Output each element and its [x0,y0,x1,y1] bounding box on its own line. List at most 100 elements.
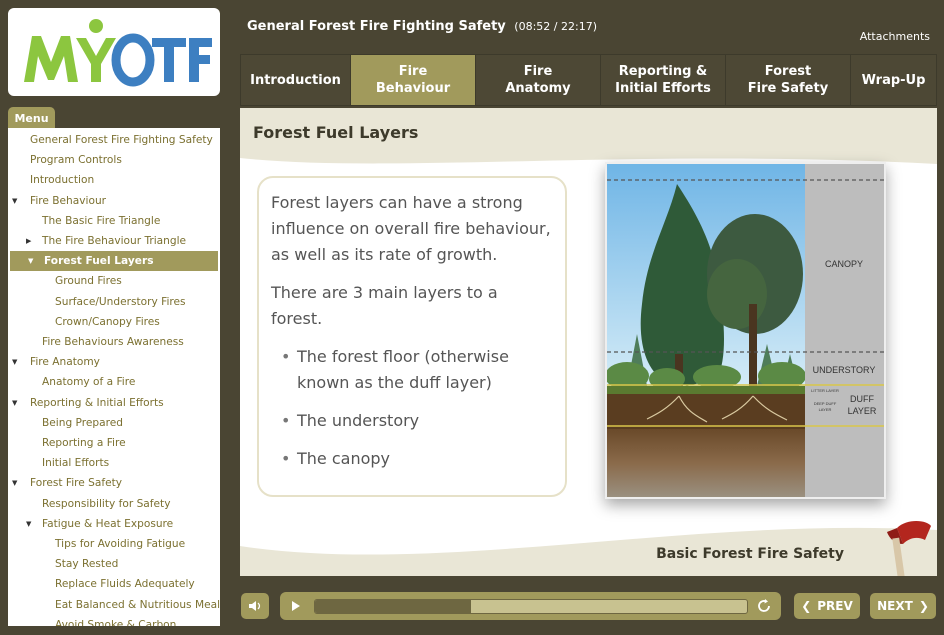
replay-icon [758,599,770,612]
litter-layer-label: LITTER LAYER [811,388,839,393]
menu-item-label: Introduction [30,174,95,187]
menu-item[interactable]: ▼ Reporting & Initial Efforts [8,393,218,413]
menu-item-label: Surface/Understory Fires [55,295,186,308]
logo [8,8,220,96]
menu-item-label: The Fire Behaviour Triangle [42,235,187,247]
slide-title: Forest Fuel Layers [253,123,419,142]
paragraph-1: Forest layers can have a strong influenc… [271,193,551,264]
expand-arrow-icon[interactable]: ▼ [28,257,33,265]
menu-item-label: Forest Fire Safety [30,477,123,490]
menu-item-label: Fire Behaviour [30,194,107,207]
footer-course-name: Basic Forest Fire Safety [656,546,844,562]
bullet-list: The forest floor (otherwise known as the… [271,344,553,472]
menu-item-label: Program Controls [30,154,122,167]
expand-arrow-icon[interactable]: ▼ [12,197,17,205]
menu-item-label: Avoid Smoke & Carbon... [55,618,187,626]
progress-fill [315,600,471,613]
collapse-arrow-icon[interactable]: ▶ [26,237,31,245]
menu-item[interactable]: Ground Fires [8,271,218,291]
tab-0[interactable]: Introduction [241,55,350,105]
expand-arrow-icon[interactable]: ▼ [26,520,31,528]
tab-1[interactable]: Fire Behaviour [351,55,475,105]
slide-header: Forest Fuel Layers [240,108,937,158]
tab-3[interactable]: Reporting & Initial Efforts [601,55,725,105]
section-nav: Introduction Fire Behaviour Fire Anatomy Re… [240,54,937,106]
speaker-icon [249,601,261,611]
deep-duff-label-2: LAYER [819,407,832,412]
deep-duff-label: DEEP DUFF [814,401,837,406]
menu-item[interactable]: Fire Behaviours Awareness [8,332,218,352]
course-title-text: General Forest Fire Fighting Safety [247,19,506,34]
prev-button[interactable]: ❮ PREV [794,593,860,619]
expand-arrow-icon[interactable]: ▼ [12,479,17,487]
menu-tab[interactable]: Menu [8,107,55,129]
canopy-label: CANOPY [825,259,863,269]
menu-item[interactable]: Stay Rested [8,554,218,574]
menu-item[interactable]: Eat Balanced & Nutritious Meals [8,595,220,615]
bullet-item: The understory [271,408,553,434]
menu-item-label: The Basic Fire Triangle [42,214,161,227]
menu-item-label: Initial Efforts [42,457,110,470]
menu-item-label: Being Prepared [42,416,123,429]
menu-item[interactable]: Replace Fluids Adequately [8,574,218,594]
menu-item-label: Stay Rested [55,558,119,571]
tab-label: Fire Behaviour [375,64,451,96]
prev-label: PREV [817,599,853,613]
menu-item-label: Ground Fires [55,275,122,288]
tab-label: Reporting & Initial Efforts [615,64,711,96]
menu-item-label: Anatomy of a Fire [42,376,136,389]
play-button[interactable] [288,598,304,614]
tab-label: Fire Anatomy [505,64,571,96]
menu-item[interactable]: Tips for Avoiding Fatigue [8,534,218,554]
chevron-right-icon: ❯ [918,599,929,613]
menu-item[interactable]: Reporting a Fire [8,433,218,453]
tab-label: Forest Fire Safety [747,64,829,96]
expand-arrow-icon[interactable]: ▼ [12,358,17,366]
menu-item[interactable]: Program Controls [8,150,218,170]
menu-item[interactable]: Introduction [8,170,218,190]
next-label: NEXT [877,599,913,613]
tab-2[interactable]: Fire Anatomy [476,55,600,105]
menu-panel: General Forest Fire Fighting Safety Progr… [8,128,220,626]
chevron-left-icon: ❮ [801,599,812,613]
tab-4[interactable]: Forest Fire Safety [726,55,850,105]
menu-item[interactable]: The Basic Fire Triangle [8,211,218,231]
duff-label-2: LAYER [848,406,877,416]
menu-item[interactable]: Initial Efforts [8,453,218,473]
tab-5[interactable]: Wrap-Up [851,55,936,105]
attachments-link[interactable]: Attachments [860,30,930,43]
menu-item[interactable]: ▶ The Fire Behaviour Triangle [8,231,218,251]
menu-item[interactable]: Surface/Understory Fires [8,292,218,312]
slide: Forest Fuel Layers Forest layers can hav… [240,108,937,576]
paragraph-2: There are 3 main layers to a forest. [271,283,498,328]
course-time: (08:52 / 22:17) [514,20,597,33]
replay-button[interactable] [755,597,773,615]
menu-item-label: Forest Fuel Layers [44,255,154,268]
menu-item[interactable]: General Forest Fire Fighting Safety [8,130,218,150]
menu-item[interactable]: Crown/Canopy Fires [8,312,218,332]
expand-arrow-icon[interactable]: ▼ [12,399,17,407]
next-button[interactable]: NEXT ❯ [870,593,936,619]
menu-item[interactable]: Anatomy of a Fire [8,372,218,392]
menu-item[interactable]: ▼ Fire Behaviour [8,191,218,211]
menu-item[interactable]: Being Prepared [8,413,218,433]
menu-item-label: General Forest Fire Fighting Safety [30,134,213,146]
menu-item[interactable]: ▼ Fatigue & Heat Exposure [8,514,218,534]
course-title: General Forest Fire Fighting Safety (08:… [247,19,597,34]
menu-item-label: Fire Behaviours Awareness [42,336,184,348]
volume-button[interactable] [241,593,269,619]
menu-item[interactable]: ▼ Forest Fuel Layers [10,251,218,272]
content-textbox: Forest layers can have a strong influenc… [257,176,567,497]
bullet-item: The canopy [271,446,553,472]
menu-item[interactable]: ▼ Forest Fire Safety [8,473,218,493]
menu-item-label: Reporting a Fire [42,437,126,449]
menu-item[interactable]: Avoid Smoke & Carbon... [8,615,218,626]
menu-item-label: Eat Balanced & Nutritious Meals [55,598,220,611]
axe-icon [887,521,931,576]
menu-item[interactable]: ▼ Fire Anatomy [8,352,218,372]
tab-label: Introduction [250,72,341,88]
menu-item[interactable]: Responsibility for Safety [8,494,218,514]
progress-bar[interactable] [314,599,748,614]
media-player [280,592,781,620]
menu-item-label: Reporting & Initial Efforts [30,396,164,409]
